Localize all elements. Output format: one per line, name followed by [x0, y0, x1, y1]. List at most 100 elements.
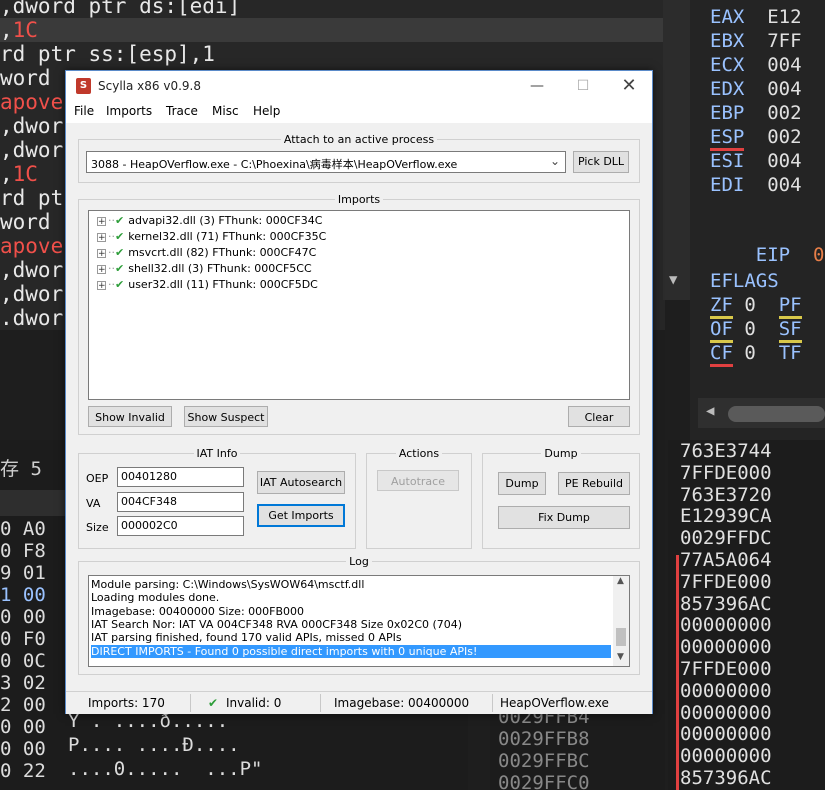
stack-value[interactable]: 00000000 — [680, 723, 772, 745]
stack-value[interactable]: 7FFDE000 — [680, 462, 772, 484]
import-module[interactable]: + ··✔ kernel32.dll (71) FThunk: 000CF35C — [97, 230, 326, 243]
register-row[interactable]: EDI 004 — [710, 174, 802, 196]
register-row[interactable]: EDX 004 — [710, 78, 802, 100]
expand-icon[interactable]: + — [97, 264, 106, 274]
memory-tab[interactable]: 存 5 — [0, 454, 42, 481]
stack-pane[interactable]: 763E3744 7FFDE000 763E3720 E12939CA 0029FFDC… — [668, 440, 825, 790]
show-suspect-button[interactable]: Show Suspect — [184, 406, 268, 427]
menu-trace[interactable]: Trace — [166, 104, 198, 118]
show-invalid-button[interactable]: Show Invalid — [88, 406, 172, 427]
menu-imports[interactable]: Imports — [106, 104, 152, 118]
oep-field[interactable]: 00401280 — [117, 467, 244, 487]
process-select[interactable]: 3088 - HeapOVerflow.exe - C:\Phoexina\病毒… — [86, 151, 566, 173]
registers-scrollbar[interactable]: ◀ — [698, 398, 825, 428]
expand-icon[interactable]: + — [97, 248, 106, 258]
register-row[interactable]: ESP 002 — [710, 126, 802, 151]
autotrace-button[interactable]: Autotrace — [377, 470, 459, 491]
log-line[interactable]: DIRECT IMPORTS - Found 0 possible direct… — [91, 644, 611, 658]
stack-value[interactable]: 763E3744 — [680, 440, 772, 462]
expand-icon[interactable]: + — [97, 232, 106, 242]
pick-dll-button[interactable]: Pick DLL — [573, 151, 629, 173]
log-line[interactable]: Imagebase: 00400000 Size: 000FB000 — [91, 605, 304, 618]
check-icon: ✔ — [115, 214, 125, 227]
dump-button[interactable]: Dump — [498, 472, 546, 495]
size-field[interactable]: 000002C0 — [117, 516, 244, 536]
log-scrollbar[interactable]: ▲ ▼ — [613, 576, 629, 666]
register-row[interactable]: EAX E12 — [710, 6, 802, 28]
check-icon: ✔ — [115, 262, 125, 275]
scroll-down-icon[interactable]: ▼ — [669, 272, 677, 288]
pe-rebuild-button[interactable]: PE Rebuild — [558, 472, 630, 495]
stack-value[interactable]: 7FFDE000 — [680, 571, 772, 593]
flag-row[interactable]: ZF 0 PF — [710, 294, 802, 319]
disasm-line[interactable]: ,dword ptr ds:[edi] — [0, 0, 240, 18]
stack-value[interactable]: E12939CA — [680, 505, 772, 527]
log-line[interactable]: IAT Search Nor: IAT VA 004CF348 RVA 000C… — [91, 618, 462, 631]
disasm-line[interactable]: ,dwor — [0, 258, 63, 282]
register-row[interactable]: ECX 004 — [710, 54, 802, 76]
scroll-thumb[interactable] — [728, 406, 825, 422]
maximize-icon[interactable]: ☐ — [560, 71, 606, 101]
log-list[interactable]: Module parsing: C:\Windows\SysWOW64\msct… — [88, 575, 630, 667]
scroll-left-icon[interactable]: ◀ — [706, 403, 714, 419]
stack-value[interactable]: 857396AC — [680, 593, 772, 615]
eflags-label: EFLAGS — [710, 270, 779, 292]
disasm-line[interactable]: rd pt — [0, 186, 63, 210]
register-row[interactable]: EBX 7FF — [710, 30, 802, 52]
disasm-line[interactable]: ,dwor — [0, 282, 63, 306]
disasm-line[interactable]: ,1C — [0, 18, 38, 42]
stack-value[interactable]: 00000000 — [680, 680, 772, 702]
iat-autosearch-button[interactable]: IAT Autosearch — [257, 471, 345, 494]
stack-value[interactable]: 7FFDE000 — [680, 658, 772, 680]
scroll-up-icon[interactable]: ▲ — [617, 576, 624, 586]
disasm-line[interactable]: ,1C — [0, 162, 38, 186]
stack-value[interactable]: 00000000 — [680, 636, 772, 658]
log-line[interactable]: Module parsing: C:\Windows\SysWOW64\msct… — [91, 578, 364, 591]
close-icon[interactable]: ✕ — [606, 71, 652, 101]
get-imports-button[interactable]: Get Imports — [257, 504, 345, 527]
stack-value[interactable]: 00000000 — [680, 745, 772, 767]
import-module[interactable]: + ··✔ advapi32.dll (3) FThunk: 000CF34C — [97, 214, 322, 227]
imports-tree[interactable]: + ··✔ advapi32.dll (3) FThunk: 000CF34C + ··… — [88, 210, 630, 400]
ascii-row: P.... ....Ð.... — [68, 734, 240, 756]
expand-icon[interactable]: + — [97, 280, 106, 290]
disasm-line[interactable]: apove — [0, 234, 63, 258]
clear-button[interactable]: Clear — [568, 406, 630, 427]
log-scroll-thumb[interactable] — [616, 628, 626, 646]
disasm-line[interactable]: ,dwor — [0, 138, 63, 162]
memory-dump-pane[interactable]: 存 5 0 A0 0 F8 9 01 1 00 0 00 0 F0 0 0C 3 02 2 00… — [0, 440, 68, 790]
disasm-line[interactable]: apove — [0, 90, 63, 114]
minimize-icon[interactable]: — — [514, 71, 560, 101]
stack-value[interactable]: 00000000 — [680, 702, 772, 724]
flag-row[interactable]: CF 0 TF — [710, 342, 802, 367]
stack-value[interactable]: 857396AC — [680, 767, 772, 789]
menu-misc[interactable]: Misc — [212, 104, 239, 118]
va-field[interactable]: 004CF348 — [117, 492, 244, 512]
actions-legend: Actions — [398, 447, 440, 460]
stack-value[interactable]: 763E3720 — [680, 484, 772, 506]
register-row[interactable]: ESI 004 — [710, 150, 802, 172]
fix-dump-button[interactable]: Fix Dump — [498, 506, 630, 529]
title-bar[interactable]: S Scylla x86 v0.9.8 — ☐ ✕ — [66, 71, 652, 101]
import-module[interactable]: + ··✔ shell32.dll (3) FThunk: 000CF5CC — [97, 262, 312, 275]
disasm-line[interactable]: rd ptr ss:[esp],1 — [0, 42, 215, 66]
ascii-row: ....0..... ...P" — [68, 758, 263, 780]
disasm-line[interactable]: .dwor — [0, 306, 63, 330]
check-icon: ✔ — [115, 230, 125, 243]
register-row[interactable]: EBP 002 — [710, 102, 802, 124]
flag-row[interactable]: OF 0 SF — [710, 318, 802, 343]
log-line[interactable]: IAT parsing finished, found 170 valid AP… — [91, 631, 402, 644]
stack-value[interactable]: 00000000 — [680, 614, 772, 636]
scroll-down-icon[interactable]: ▼ — [617, 652, 624, 662]
hex-byte: 0 22 — [0, 760, 46, 782]
import-module[interactable]: + ··✔ user32.dll (11) FThunk: 000CF5DC — [97, 278, 318, 291]
stack-value[interactable]: 0029FFDC — [680, 527, 772, 549]
expand-icon[interactable]: + — [97, 216, 106, 226]
menu-help[interactable]: Help — [253, 104, 280, 118]
disasm-line[interactable]: ,dwor — [0, 114, 63, 138]
import-module[interactable]: + ··✔ msvcrt.dll (82) FThunk: 000CF47C — [97, 246, 316, 259]
disassembly-scrollbar[interactable]: ▼ — [663, 0, 690, 300]
log-line[interactable]: Loading modules done. — [91, 591, 219, 604]
stack-value[interactable]: 77A5A064 — [680, 549, 772, 571]
menu-file[interactable]: File — [74, 104, 94, 118]
